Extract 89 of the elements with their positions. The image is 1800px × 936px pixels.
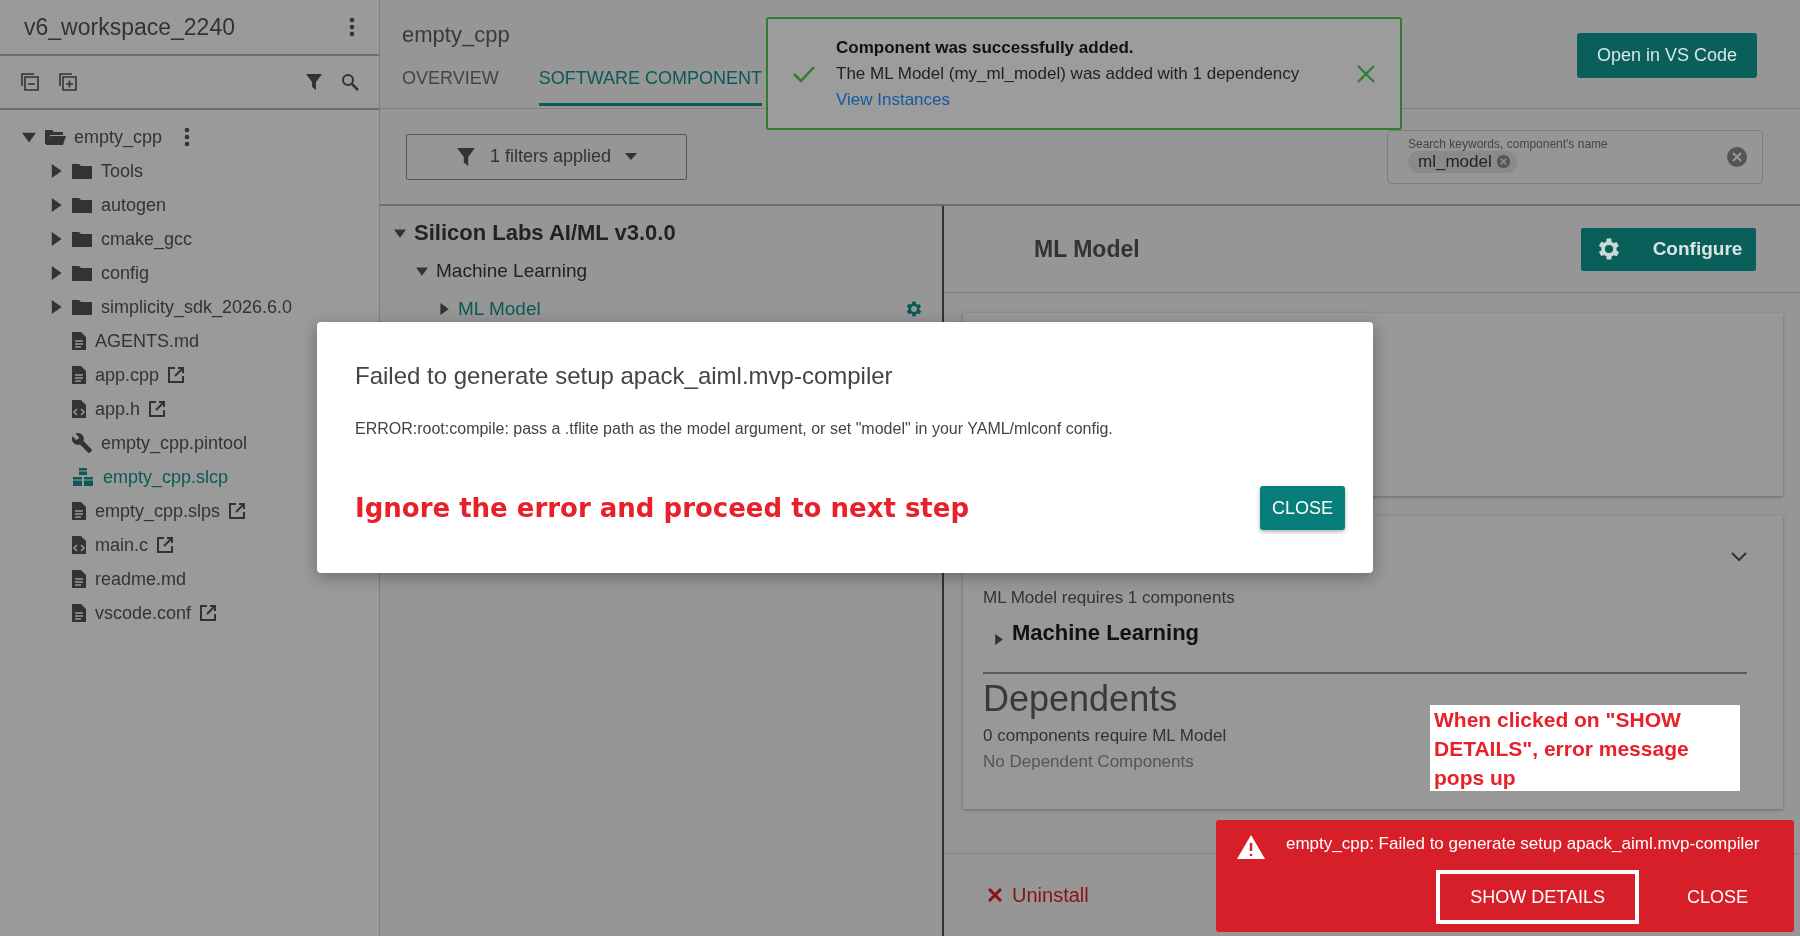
document-icon bbox=[71, 603, 87, 623]
expand-all-icon[interactable] bbox=[58, 72, 78, 92]
open-folder-icon bbox=[44, 128, 66, 146]
document-icon bbox=[71, 501, 87, 521]
code-file-icon bbox=[71, 535, 87, 555]
external-link-icon[interactable] bbox=[199, 604, 218, 622]
caret-icon[interactable] bbox=[49, 300, 63, 314]
folder-icon bbox=[71, 264, 93, 282]
tree-item[interactable]: empty_cpp.slcp bbox=[103, 466, 229, 488]
dependents-count: 0 components require ML Model bbox=[983, 726, 1227, 746]
error-message: ERROR:root:compile: pass a .tflite path as the model argument, or set "model" in your YAML/mlconf config. bbox=[355, 420, 1113, 438]
more-icon[interactable] bbox=[349, 17, 355, 37]
caret-icon[interactable] bbox=[993, 633, 1004, 645]
search-icon[interactable] bbox=[341, 73, 359, 91]
tree-item[interactable]: empty_cpp.slps bbox=[95, 500, 221, 522]
workspace-title: v6_workspace_2240 bbox=[24, 13, 235, 41]
more-icon[interactable] bbox=[184, 127, 191, 147]
tab[interactable]: OVERVIEW bbox=[402, 68, 499, 106]
tab[interactable]: SOFTWARE COMPONENT bbox=[538, 68, 763, 106]
caret-icon[interactable] bbox=[49, 198, 63, 212]
tree-item[interactable]: simplicity_sdk_2026.6.0 bbox=[101, 296, 293, 318]
folder-icon bbox=[71, 196, 93, 214]
toast-message: The ML Model (my_ml_model) was added with 1 dependency bbox=[836, 63, 1300, 84]
open-in-vscode-button[interactable]: Open in VS Code bbox=[1576, 33, 1757, 78]
caret-icon[interactable] bbox=[438, 303, 450, 315]
dependents-heading: Dependents bbox=[983, 678, 1178, 720]
component-tree-item[interactable]: Machine Learning bbox=[436, 260, 588, 282]
external-link-icon[interactable] bbox=[156, 536, 174, 554]
tree-item[interactable]: readme.md bbox=[95, 568, 187, 590]
caret-icon[interactable] bbox=[394, 227, 406, 239]
collapse-all-icon[interactable] bbox=[20, 72, 40, 92]
search-field[interactable]: Search keywords, component's name ml_model bbox=[1387, 129, 1763, 184]
caret-icon[interactable] bbox=[49, 232, 63, 246]
tree-item[interactable]: config bbox=[101, 262, 150, 284]
uninstall-button[interactable]: Uninstall bbox=[982, 882, 1095, 908]
code-file-icon bbox=[71, 399, 87, 419]
requires-text: ML Model requires 1 components bbox=[983, 588, 1235, 608]
snackbar-action[interactable]: CLOSE bbox=[1652, 870, 1782, 924]
tree-item[interactable]: AGENTS.md bbox=[95, 330, 200, 352]
folder-icon bbox=[71, 162, 93, 180]
folder-icon bbox=[71, 230, 93, 248]
external-link-icon[interactable] bbox=[167, 366, 186, 384]
warning-icon bbox=[1236, 834, 1266, 860]
empty-text: No Dependent Components bbox=[983, 752, 1194, 772]
chevron-down-icon[interactable] bbox=[1731, 552, 1747, 562]
component-tree-item[interactable]: Silicon Labs AI/ML v3.0.0 bbox=[414, 220, 676, 246]
wrench-icon bbox=[71, 432, 93, 454]
toast-title: Component was successfully added. bbox=[836, 37, 1134, 58]
clear-icon[interactable] bbox=[1726, 145, 1748, 168]
tree-item[interactable]: empty_cpp bbox=[74, 126, 163, 148]
component-tree-item[interactable]: ML Model bbox=[458, 298, 541, 320]
tree-item[interactable]: main.c bbox=[95, 534, 148, 556]
view-instances-link[interactable]: View Instances bbox=[836, 89, 1336, 110]
document-icon bbox=[71, 331, 87, 351]
snackbar-action[interactable]: SHOW DETAILS bbox=[1436, 870, 1639, 924]
tree-item[interactable]: cmake_gcc bbox=[101, 228, 193, 250]
annotation-callout: When clicked on "SHOW DETAILS", error message pops up bbox=[1430, 705, 1740, 791]
dropdown-caret-icon bbox=[625, 152, 638, 161]
folder-icon bbox=[71, 298, 93, 316]
dialog-title: Failed to generate setup apack_aiml.mvp-compiler bbox=[355, 362, 893, 390]
filter-icon bbox=[455, 146, 476, 167]
caret-icon[interactable] bbox=[22, 130, 36, 144]
dependency-item[interactable]: Machine Learning bbox=[1012, 620, 1200, 646]
filter-chip[interactable]: ml_model bbox=[1408, 150, 1517, 173]
gear-icon[interactable] bbox=[904, 299, 924, 319]
tree-item[interactable]: empty_cpp.pintool bbox=[101, 432, 248, 454]
caret-icon[interactable] bbox=[49, 266, 63, 280]
close-button[interactable]: CLOSE bbox=[1259, 486, 1345, 530]
caret-icon[interactable] bbox=[416, 265, 428, 277]
tree-item[interactable]: app.cpp bbox=[95, 364, 160, 386]
tree-item[interactable]: app.h bbox=[95, 398, 141, 420]
tree-item[interactable]: vscode.conf bbox=[95, 602, 192, 624]
search-label: Search keywords, component's name bbox=[1408, 136, 1609, 151]
tree-item[interactable]: Tools bbox=[101, 160, 144, 182]
annotation-note: Ignore the error and proceed to next step bbox=[355, 493, 970, 523]
external-link-icon[interactable] bbox=[148, 400, 167, 418]
cubes-icon bbox=[71, 467, 95, 487]
close-icon bbox=[988, 888, 1002, 902]
filter-button[interactable]: 1 filters applied bbox=[406, 133, 687, 180]
caret-icon[interactable] bbox=[49, 164, 63, 178]
snackbar-message: empty_cpp: Failed to generate setup apack_aiml.mvp-compiler bbox=[1286, 834, 1760, 854]
document-icon bbox=[71, 569, 87, 589]
configure-button[interactable]: Configure bbox=[1581, 227, 1756, 271]
tree-item[interactable]: autogen bbox=[101, 194, 167, 216]
document-icon bbox=[71, 365, 87, 385]
external-link-icon[interactable] bbox=[228, 502, 247, 520]
component-title: ML Model bbox=[1034, 235, 1140, 263]
filter-icon[interactable] bbox=[305, 73, 323, 91]
project-title: empty_cpp bbox=[402, 22, 510, 48]
